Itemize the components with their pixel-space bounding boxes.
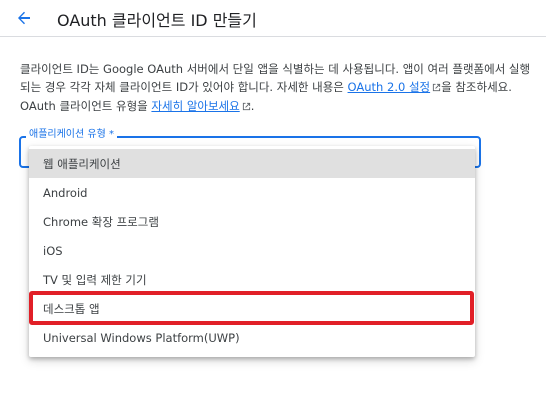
open-in-new-icon [242, 98, 251, 116]
option-android[interactable]: Android [29, 178, 475, 207]
option-chrome-extension[interactable]: Chrome 확장 프로그램 [29, 207, 475, 236]
application-type-dropdown: 웹 애플리케이션 Android Chrome 확장 프로그램 iOS TV 및… [29, 146, 475, 357]
learn-more-link[interactable]: 자세히 알아보세요 [151, 99, 239, 113]
option-tv-limited-input[interactable]: TV 및 입력 제한 기기 [29, 265, 475, 294]
app-header: OAuth 클라이언트 ID 만들기 [0, 0, 546, 37]
description-text: 클라이언트 ID는 Google OAuth 서버에서 단일 앱을 식별하는 데… [20, 60, 532, 116]
back-button[interactable] [12, 6, 36, 30]
option-ios[interactable]: iOS [29, 236, 475, 265]
option-desktop-app[interactable]: 데스크톱 앱 [29, 294, 475, 323]
option-web-application[interactable]: 웹 애플리케이션 [29, 149, 475, 178]
description-line1: 클라이언트 ID는 Google OAuth 서버에서 단일 앱을 식별하는 데… [20, 62, 463, 76]
option-uwp[interactable]: Universal Windows Platform(UWP) [29, 323, 475, 352]
page-title: OAuth 클라이언트 ID 만들기 [57, 11, 257, 30]
application-type-label: 애플리케이션 유형 * [26, 128, 117, 142]
arrow-left-icon [18, 11, 30, 25]
description-end: . [250, 99, 255, 113]
oauth-setup-link[interactable]: OAuth 2.0 설정 [348, 80, 431, 94]
open-in-new-icon [432, 79, 441, 97]
